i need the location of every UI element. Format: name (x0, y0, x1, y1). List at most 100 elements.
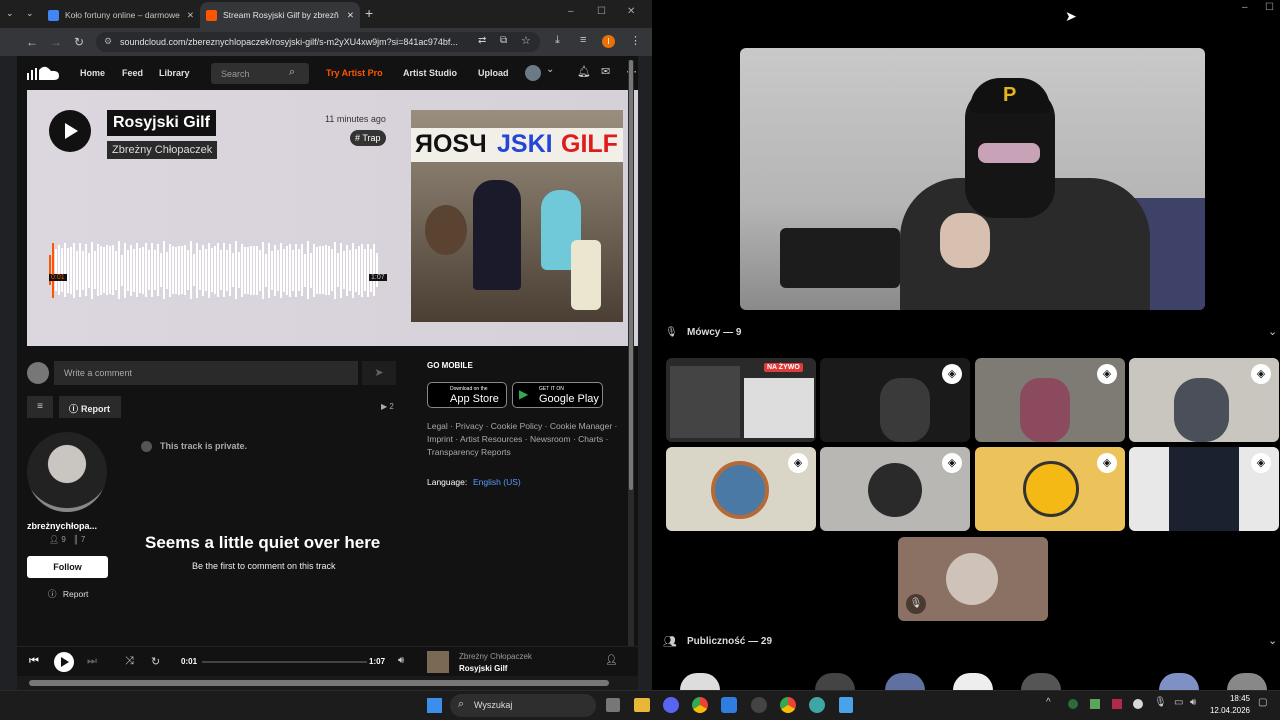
tray-chevron-icon[interactable]: ^ (1046, 697, 1051, 708)
player-title[interactable]: Rosyjski Gilf (459, 664, 507, 673)
maximize-icon[interactable]: ☐ (597, 6, 606, 17)
audience-avatar[interactable] (885, 673, 925, 690)
clock-date[interactable]: 12.04.2026 (1208, 706, 1250, 715)
send-comment-icon[interactable]: ➤ (362, 361, 396, 385)
collapse-chevron-icon[interactable]: ⌄ (1268, 325, 1277, 338)
audience-avatar[interactable] (953, 673, 993, 690)
paint-app-icon[interactable] (721, 697, 737, 713)
mic-tray-icon[interactable]: 🎙︎ (1154, 697, 1167, 708)
reload-icon[interactable]: ↻ (74, 35, 84, 49)
page-scrollbar[interactable] (628, 60, 634, 660)
forward-icon[interactable]: → (50, 35, 62, 49)
search-input[interactable]: Search ⌕ (211, 63, 309, 84)
download-icon[interactable]: ⤓ (555, 34, 560, 47)
chrome-profile-icon[interactable] (780, 697, 796, 713)
nav-library[interactable]: Library (159, 68, 190, 78)
app-store-badge[interactable]: Download on the App Store (427, 382, 507, 408)
tray-app-icon[interactable] (1090, 699, 1100, 709)
bookmark-star-icon[interactable]: ☆ (521, 34, 531, 47)
speaker-tile[interactable]: ◈ (975, 447, 1125, 531)
speaker-tile[interactable]: ◈ (975, 358, 1125, 442)
audience-avatar[interactable] (815, 673, 855, 690)
media-icon[interactable]: ≡ (580, 34, 586, 46)
tray-app-icon[interactable] (1068, 699, 1078, 709)
play-button[interactable] (49, 110, 91, 152)
windows-start-icon[interactable] (427, 698, 442, 713)
tab-list-icon[interactable]: ⌄ (26, 8, 34, 19)
translate-icon[interactable]: ⇄ (478, 35, 486, 46)
speaker-tile-screenshare[interactable]: NA ŻYWO (666, 358, 816, 442)
tab-soundcloud[interactable]: Stream Rosyjski Gilf by zbrezň ✕ (200, 2, 360, 28)
chrome-icon[interactable] (692, 697, 708, 713)
mail-icon[interactable]: ✉ (601, 65, 610, 78)
player-artist[interactable]: Zbreżny Chłopaczek (459, 652, 532, 661)
main-video-stream[interactable]: P (740, 48, 1205, 310)
collapse-chevron-icon[interactable]: ⌄ (1268, 634, 1277, 647)
network-icon[interactable]: ▭ (1174, 697, 1183, 708)
google-play-badge[interactable]: ▶ GET IT ON Google Play (512, 382, 603, 408)
speaker-tile[interactable]: ◈ (820, 447, 970, 531)
track-artist-link[interactable]: Zbreżny Chłopaczek (107, 141, 218, 159)
report-button[interactable]: ⓘ Report (59, 396, 121, 418)
speaker-tile[interactable]: ◈ (666, 447, 816, 531)
close-tab-icon[interactable]: ✕ (187, 10, 194, 21)
soundcloud-logo-icon[interactable] (27, 65, 60, 81)
search-icon[interactable]: ⌕ (289, 66, 295, 79)
back-icon[interactable]: ← (26, 35, 38, 49)
discord-app-icon[interactable] (663, 697, 679, 713)
speaker-tile[interactable]: 🎙︎ (898, 537, 1048, 621)
speakers-heading[interactable]: Mówcy — 9 (687, 327, 741, 338)
scrollbar-thumb[interactable] (29, 680, 609, 686)
speaker-tile[interactable]: ◈ (1129, 447, 1279, 531)
follow-button[interactable]: Follow (27, 556, 108, 578)
tab-search-icon[interactable]: ⌄ (6, 8, 14, 19)
follow-user-icon[interactable]: 👤︎ (605, 655, 618, 666)
player-progress[interactable] (202, 661, 367, 663)
volume-tray-icon[interactable]: 🔊︎ (1190, 697, 1196, 708)
scrollbar-thumb[interactable] (629, 60, 633, 490)
steam-icon[interactable] (751, 697, 767, 713)
play-pause-button[interactable] (54, 652, 74, 672)
artist-avatar[interactable] (27, 432, 107, 512)
nav-feed[interactable]: Feed (122, 68, 143, 78)
footer-links[interactable]: Legal · Privacy · Cookie Policy · Cookie… (427, 420, 627, 459)
comment-input[interactable]: Write a comment (54, 361, 358, 385)
speaker-tile[interactable]: ◈ (1129, 358, 1279, 442)
volume-icon[interactable]: 🔊︎ (398, 655, 404, 666)
maximize-icon[interactable]: ☐ (1265, 2, 1274, 13)
next-icon[interactable]: ⏭ (87, 655, 97, 668)
file-explorer-icon[interactable] (634, 698, 650, 712)
try-artist-pro-link[interactable]: Try Artist Pro (326, 68, 383, 78)
user-avatar[interactable] (525, 65, 541, 81)
artist-username[interactable]: zbreżnychłopa... (27, 521, 97, 531)
taskbar-search[interactable]: ⌕ Wyszukaj (450, 694, 596, 717)
tab-kolo-fortuny[interactable]: Koło fortuny online – darmowe ✕ (42, 2, 200, 28)
audience-avatar[interactable] (680, 673, 720, 690)
waveform[interactable] (49, 240, 389, 300)
new-tab-icon[interactable]: + (365, 5, 373, 21)
audience-avatar[interactable] (1021, 673, 1061, 690)
audience-avatar[interactable] (1227, 673, 1267, 690)
share-icon[interactable]: ⧉ (500, 35, 507, 46)
close-tab-icon[interactable]: ✕ (347, 10, 354, 21)
clock-time[interactable]: 18:45 (1212, 694, 1250, 703)
player-cover-thumb[interactable] (427, 651, 449, 673)
site-info-icon[interactable]: ⚙ (104, 36, 112, 47)
profile-avatar-icon[interactable]: I (602, 35, 615, 48)
menu-kebab-icon[interactable]: ⋮ (630, 34, 641, 47)
notification-icon[interactable]: ▢ (1258, 697, 1267, 708)
notepad-icon[interactable] (839, 697, 853, 713)
language-link[interactable]: English (US) (473, 477, 521, 487)
report-user-link[interactable]: ⓘ Report (48, 588, 88, 600)
nav-home[interactable]: Home (80, 68, 105, 78)
chevron-down-icon[interactable]: ⌄ (546, 64, 554, 75)
close-window-icon[interactable]: ✕ (627, 6, 635, 17)
queue-icon[interactable]: ≡ (27, 396, 53, 418)
previous-icon[interactable]: ⏮ (29, 655, 39, 668)
app-icon[interactable] (809, 697, 825, 713)
nav-artist-studio[interactable]: Artist Studio (403, 68, 457, 78)
shuffle-icon[interactable]: ⤨ (125, 655, 134, 668)
tray-app-icon[interactable] (1133, 699, 1143, 709)
minimize-icon[interactable]: – (1242, 2, 1248, 13)
task-view-icon[interactable] (606, 698, 620, 712)
